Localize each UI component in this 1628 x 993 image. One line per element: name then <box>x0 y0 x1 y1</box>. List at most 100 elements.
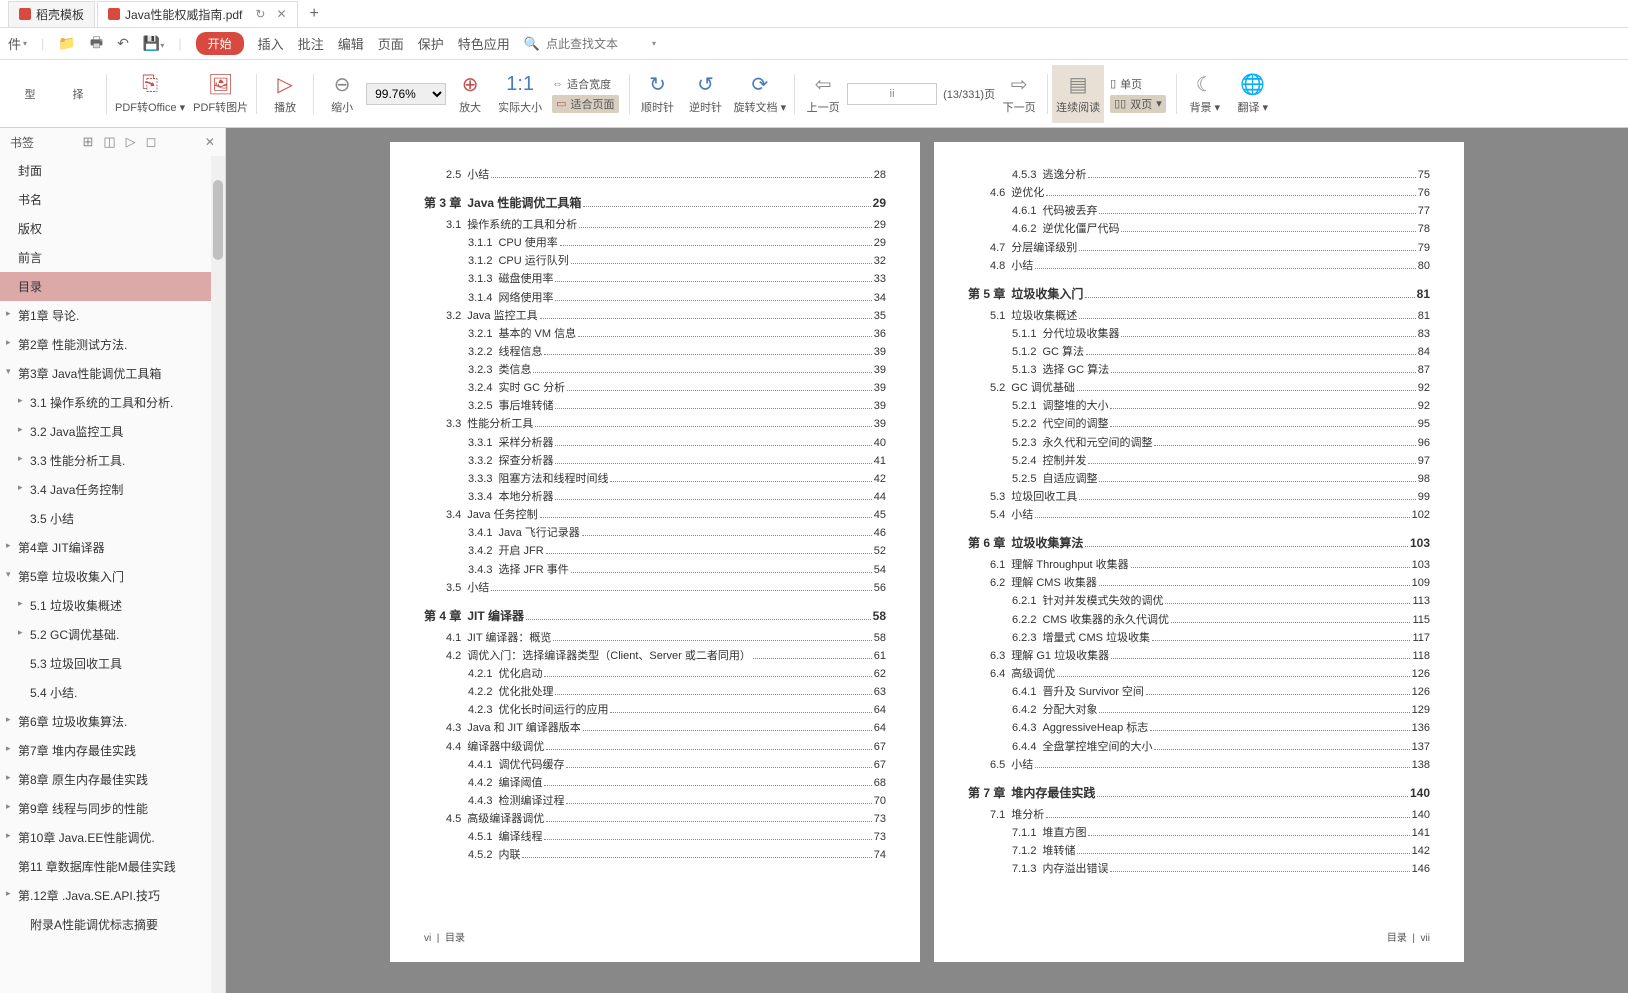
zoom-select[interactable]: 99.76% <box>366 83 446 105</box>
toc-line: 3.1.3磁盘使用率33 <box>424 270 886 288</box>
play-button[interactable]: ▷播放 <box>261 65 309 123</box>
main-area: 书签 ⊞ ◫ ▷ ◻ ✕ 封面书名版权前言目录▸第1章 导论.▸第2章 性能测试… <box>0 128 1628 993</box>
bookmark-icon4[interactable]: ◻ <box>146 134 157 150</box>
rotate-ccw-button[interactable]: ↺逆时针 <box>682 65 730 123</box>
bookmark-list: 封面书名版权前言目录▸第1章 导论.▸第2章 性能测试方法.▾第3章 Java性… <box>0 156 225 993</box>
toc-line: 5.2.3永久代和元空间的调整96 <box>968 434 1430 452</box>
rotate-doc-button[interactable]: ⟳旋转文档 ▾ <box>730 65 791 123</box>
bookmark-item[interactable]: 第11 章数据库性能M最佳实践 <box>0 852 225 881</box>
document-viewer[interactable]: 2.5小结28第 3 章Java 性能调优工具箱293.1操作系统的工具和分析2… <box>226 128 1628 993</box>
bookmark-item[interactable]: 目录 <box>0 272 225 301</box>
bookmark-item[interactable]: ▸第9章 线程与同步的性能 <box>0 794 225 823</box>
insert-tab[interactable]: 插入 <box>258 34 284 53</box>
bookmark-item[interactable]: ▸5.1 垃圾收集概述 <box>0 591 225 620</box>
background-button[interactable]: ☾背景 ▾ <box>1181 65 1229 123</box>
bookmark-item[interactable]: ▸3.3 性能分析工具. <box>0 446 225 475</box>
bookmark-item[interactable]: ▸3.4 Java任务控制 <box>0 475 225 504</box>
fit-width-button[interactable]: ⇔适合宽度 <box>552 75 618 93</box>
pdf-to-office-button[interactable]: ⎘PDF转Office ▾ <box>111 65 189 123</box>
bookmark-item[interactable]: ▸第4章 JIT编译器 <box>0 533 225 562</box>
bookmark-item[interactable]: ▸第6章 垃圾收集算法. <box>0 707 225 736</box>
bookmark-item[interactable]: ▸第10章 Java.EE性能调优. <box>0 823 225 852</box>
next-page-button[interactable]: ⇨下一页 <box>995 65 1043 123</box>
select-tool[interactable]: 择 <box>54 65 102 123</box>
bookmark-item[interactable]: ▸第8章 原生内存最佳实践 <box>0 765 225 794</box>
page-right: 4.5.3逃逸分析754.6逆优化764.6.1代码被丢弃774.6.2逆优化僵… <box>934 142 1464 962</box>
zoom-in-button[interactable]: ⊕放大 <box>446 65 494 123</box>
zoom-out-button[interactable]: ⊖缩小 <box>318 65 366 123</box>
toc-line: 第 4 章JIT 编译器58 <box>424 607 886 627</box>
toc-line: 3.1.4网络使用率34 <box>424 289 886 307</box>
rotate-cw-icon: ↻ <box>649 73 666 97</box>
toc-line: 第 6 章垃圾收集算法103 <box>968 534 1430 554</box>
start-tab[interactable]: 开始 <box>196 32 244 55</box>
rotate-cw-button[interactable]: ↻顺时针 <box>634 65 682 123</box>
sidebar-close-icon[interactable]: ✕ <box>205 135 215 149</box>
actual-size-button[interactable]: 1:1实际大小 <box>494 65 546 123</box>
bookmark-icon2[interactable]: ◫ <box>103 134 115 150</box>
bookmark-item[interactable]: 5.4 小结. <box>0 678 225 707</box>
toc-line: 3.3.2探查分析器41 <box>424 452 886 470</box>
bookmark-item[interactable]: ▾第5章 垃圾收集入门 <box>0 562 225 591</box>
bookmark-item[interactable]: ▸5.2 GC调优基础. <box>0 620 225 649</box>
continuous-read-button[interactable]: ▤连续阅读 <box>1052 65 1104 123</box>
search-box[interactable]: 🔍 ▾ <box>524 36 656 52</box>
toc-line: 5.2.5自适应调整98 <box>968 470 1430 488</box>
tab-templates[interactable]: 稻壳模板 <box>8 1 95 27</box>
bookmark-icon3[interactable]: ▷ <box>126 134 136 150</box>
toc-line: 4.4.3检测编译过程70 <box>424 792 886 810</box>
double-page-button[interactable]: ▯▯双页▾ <box>1110 95 1166 113</box>
bookmark-item[interactable]: ▸第1章 导论. <box>0 301 225 330</box>
scrollbar[interactable] <box>211 156 225 993</box>
protect-tab[interactable]: 保护 <box>418 34 444 53</box>
bookmark-item[interactable]: ▸3.2 Java监控工具 <box>0 417 225 446</box>
toc-line: 3.3.3阻塞方法和线程时间线42 <box>424 470 886 488</box>
special-tab[interactable]: 特色应用 <box>458 34 510 53</box>
bookmark-item[interactable]: ▸第2章 性能测试方法. <box>0 330 225 359</box>
bookmark-item[interactable]: ▸第.12章 .Java.SE.API.技巧 <box>0 881 225 910</box>
toc-line: 5.3垃圾回收工具99 <box>968 488 1430 506</box>
fit-page-button[interactable]: ▭适合页面 <box>552 95 618 113</box>
bookmark-item[interactable]: ▾第3章 Java性能调优工具箱 <box>0 359 225 388</box>
bookmark-item[interactable]: 前言 <box>0 243 225 272</box>
toc-line: 4.2.3优化长时间运行的应用64 <box>424 701 886 719</box>
bookmark-item[interactable]: 书名 <box>0 185 225 214</box>
print-icon[interactable]: 🖶 <box>90 32 103 56</box>
next-icon: ⇨ <box>1011 73 1028 97</box>
bookmark-item[interactable]: ▸3.1 操作系统的工具和分析. <box>0 388 225 417</box>
bookmark-item[interactable]: 5.3 垃圾回收工具 <box>0 649 225 678</box>
rotate-ccw-icon: ↺ <box>697 73 714 97</box>
file-menu[interactable]: 件▾ <box>8 34 27 53</box>
close-icon[interactable]: ✕ <box>276 7 286 21</box>
review-tab[interactable]: 批注 <box>298 34 324 53</box>
toc-line: 4.5.2内联74 <box>424 846 886 864</box>
bookmark-item[interactable]: ▸第7章 堆内存最佳实践 <box>0 736 225 765</box>
bookmark-item[interactable]: 3.5 小结 <box>0 504 225 533</box>
bookmark-item[interactable]: 封面 <box>0 156 225 185</box>
undo-icon[interactable]: ↶ <box>117 35 129 52</box>
single-page-button[interactable]: ▯单页 <box>1110 75 1166 93</box>
open-icon[interactable]: 📁 <box>58 35 75 52</box>
search-icon: 🔍 <box>524 36 540 52</box>
edit-tab[interactable]: 编辑 <box>338 34 364 53</box>
bookmark-item[interactable]: 版权 <box>0 214 225 243</box>
pdf-to-image-button[interactable]: 🖼PDF转图片 <box>189 65 252 123</box>
page-tab[interactable]: 页面 <box>378 34 404 53</box>
restore-icon[interactable]: ↻ <box>255 7 265 21</box>
type-tool[interactable]: 型 <box>6 65 54 123</box>
bookmark-item[interactable]: 附录A性能调优标志摘要 <box>0 910 225 939</box>
toc-line: 4.6逆优化76 <box>968 184 1430 202</box>
save-icon[interactable]: 💾▾ <box>143 35 164 52</box>
new-tab-button[interactable]: + <box>300 5 329 23</box>
prev-page-button[interactable]: ⇦上一页 <box>799 65 847 123</box>
bookmark-add-icon[interactable]: ⊞ <box>82 134 93 150</box>
play-icon: ▷ <box>277 73 292 97</box>
translate-button[interactable]: 🌐翻译 ▾ <box>1229 65 1277 123</box>
search-dropdown-icon[interactable]: ▾ <box>652 39 656 48</box>
page-number-input[interactable] <box>847 83 937 105</box>
toc-line: 第 7 章堆内存最佳实践140 <box>968 784 1430 804</box>
search-input[interactable] <box>546 37 646 51</box>
tab-pdf[interactable]: Java性能权威指南.pdf↻✕ <box>97 1 298 27</box>
toc-line: 4.5高级编译器调优73 <box>424 810 886 828</box>
toc-line: 3.2.4实时 GC 分析39 <box>424 379 886 397</box>
